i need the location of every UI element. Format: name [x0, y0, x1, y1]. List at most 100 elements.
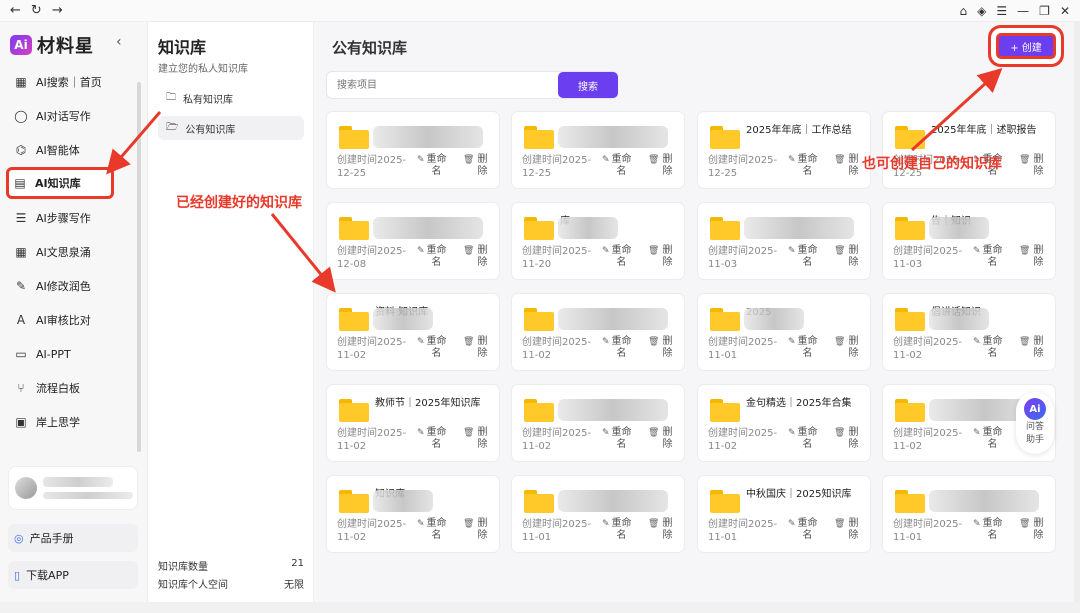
- kb-count-label: 知识库数量: [158, 562, 208, 573]
- rename-label: 重命名: [797, 427, 818, 450]
- kb-card[interactable]: 创建时间2025-12-25 ✎ 重命名 🗑 删除: [511, 111, 685, 189]
- rename-button[interactable]: ✎ 重命名: [788, 336, 818, 360]
- private-kb-item[interactable]: 🗀 私有知识库: [158, 86, 304, 110]
- rename-button[interactable]: ✎ 重命名: [973, 518, 1003, 542]
- search-button[interactable]: 搜索: [558, 72, 618, 98]
- delete-button[interactable]: 🗑删除: [834, 154, 859, 178]
- back-icon[interactable]: ←: [10, 3, 21, 19]
- kb-card[interactable]: 教师节｜2025年知识库 创建时间2025-11-02 ✎ 重命名 🗑 删除: [326, 384, 500, 462]
- sidebar-item-ai-knowledge[interactable]: ▤ AI知识库: [6, 167, 114, 199]
- text-check-icon: A: [16, 313, 26, 327]
- rename-button[interactable]: ✎ 重命名: [602, 336, 632, 360]
- kb-card[interactable]: 创建时间2025-11-01 ✎ 重命名 🗑 删除: [511, 475, 685, 553]
- delete-button[interactable]: 🗑删除: [463, 245, 488, 269]
- collapse-sidebar-icon[interactable]: ‹: [116, 34, 122, 50]
- minimize-icon[interactable]: —: [1017, 3, 1029, 19]
- rename-button[interactable]: ✎ 重命名: [417, 336, 447, 360]
- rename-button[interactable]: ✎ 重命名: [973, 336, 1003, 360]
- rename-button[interactable]: ✎ 重命名: [417, 427, 447, 451]
- kb-card[interactable]: 知识库创建时间2025-11-02✎重命名🗑删除: [326, 475, 500, 553]
- sidebar-item-ai-agent[interactable]: ⌬ AI智能体: [10, 136, 136, 164]
- delete-button[interactable]: 🗑删除: [834, 336, 859, 360]
- sidebar-item-ai-review[interactable]: A AI审核比对: [10, 306, 136, 334]
- app-logo[interactable]: Ai 材料星: [10, 32, 94, 58]
- kb-card[interactable]: 2025创建时间2025-11-01✎重命名🗑删除: [697, 293, 871, 371]
- public-kb-item[interactable]: 🗁 公有知识库: [158, 116, 304, 140]
- product-manual-button[interactable]: ◎ 产品手册: [8, 524, 138, 552]
- rename-button[interactable]: ✎ 重命名: [788, 427, 818, 451]
- delete-button[interactable]: 🗑删除: [1019, 154, 1044, 178]
- kb-card[interactable]: 创建时间2025-12-25 ✎ 重命名 🗑 删除: [326, 111, 500, 189]
- kb-card[interactable]: 库创建时间2025-11-20✎重命名🗑删除: [511, 202, 685, 280]
- rename-button[interactable]: ✎ 重命名: [602, 518, 632, 542]
- create-button[interactable]: + 创建: [996, 33, 1056, 59]
- home-icon[interactable]: ⌂: [960, 3, 968, 19]
- sidebar-item-ai-search[interactable]: ▦ AI搜索｜首页: [10, 68, 136, 96]
- forward-icon[interactable]: →: [52, 3, 63, 19]
- rename-label: 重命名: [797, 245, 818, 268]
- shield-icon[interactable]: ◈: [977, 3, 986, 19]
- kb-card[interactable]: 创建时间2025-12-08 ✎ 重命名 🗑 删除: [326, 202, 500, 280]
- delete-button[interactable]: 🗑删除: [648, 518, 673, 542]
- sidebar-item-ai-chat[interactable]: ◯ AI对话写作: [10, 102, 136, 130]
- agent-icon: ⌬: [15, 143, 27, 157]
- download-app-button[interactable]: ▯ 下载APP: [8, 561, 138, 589]
- kb-card[interactable]: 告｜知识创建时间2025-11-03✎重命名🗑删除: [882, 202, 1056, 280]
- delete-button[interactable]: 🗑删除: [834, 245, 859, 269]
- qa-assistant-button[interactable]: Ai 问答 助手: [1016, 392, 1054, 454]
- folder-icon: [895, 399, 925, 422]
- rename-button[interactable]: ✎ 重命名: [602, 245, 632, 269]
- rename-button[interactable]: ✎ 重命名: [788, 154, 818, 178]
- kb-card[interactable]: 创建时间2025-11-03 ✎ 重命名 🗑 删除: [697, 202, 871, 280]
- restore-icon[interactable]: ❐: [1039, 3, 1050, 19]
- sidebar-item-anshang[interactable]: ▣ 岸上思学: [10, 408, 136, 436]
- left-sidebar: Ai 材料星 ‹ ▦ AI搜索｜首页 ◯ AI对话写作 ⌬ AI智能体 ▤ AI…: [0, 22, 148, 613]
- delete-button[interactable]: 🗑删除: [463, 154, 488, 178]
- reload-icon[interactable]: ↻: [31, 3, 42, 19]
- delete-button[interactable]: 🗑删除: [648, 154, 673, 178]
- rename-button[interactable]: ✎ 重命名: [417, 245, 447, 269]
- rename-button[interactable]: ✎ 重命名: [602, 427, 632, 451]
- delete-button[interactable]: 🗑删除: [648, 245, 673, 269]
- delete-button[interactable]: 🗑删除: [834, 518, 859, 542]
- rename-button[interactable]: ✎ 重命名: [788, 245, 818, 269]
- user-card[interactable]: [8, 466, 138, 510]
- rename-button[interactable]: ✎ 重命名: [973, 427, 1003, 451]
- sidebar-item-ai-polish[interactable]: ✎ AI修改润色: [10, 272, 136, 300]
- rename-button[interactable]: ✎ 重命名: [602, 154, 632, 178]
- delete-button[interactable]: 🗑删除: [463, 427, 488, 451]
- kb-card[interactable]: 创建时间2025-11-02 ✎重命名 🗑删除: [511, 384, 685, 462]
- kb-card[interactable]: 中秋国庆｜2025知识库 创建时间2025-11-01 ✎ 重命名 🗑 删除: [697, 475, 871, 553]
- kb-card[interactable]: 2025年年底｜述职报告 创建时间2025-12-25 ✎ 重命名 🗑 删除: [882, 111, 1056, 189]
- sidebar-item-ai-steps[interactable]: ☰ AI步骤写作: [10, 204, 136, 232]
- knowledge-panel: 知识库 建立您的私人知识库 🗀 私有知识库 🗁 公有知识库 知识库数量 21 知…: [148, 22, 314, 602]
- delete-button[interactable]: 🗑删除: [648, 336, 673, 360]
- list-icon[interactable]: ☰: [996, 3, 1007, 19]
- sidebar-item-ai-ppt[interactable]: ▭ AI-PPT: [10, 340, 136, 368]
- delete-button[interactable]: 🗑删除: [648, 427, 673, 451]
- rename-button[interactable]: ✎ 重命名: [417, 518, 447, 542]
- kb-card[interactable]: 资料 知识库创建时间2025-11-02✎重命名🗑删除: [326, 293, 500, 371]
- delete-button[interactable]: 🗑删除: [463, 336, 488, 360]
- kb-card[interactable]: 金句精选｜2025年合集 创建时间2025-11-02 ✎ 重命名 🗑 删除: [697, 384, 871, 462]
- rename-button[interactable]: ✎ 重命名: [973, 245, 1003, 269]
- pencil-icon: ✎: [602, 246, 610, 256]
- delete-label: 删除: [477, 518, 488, 541]
- sidebar-item-ai-inspire[interactable]: ▦ AI文思泉涌: [10, 238, 136, 266]
- delete-button[interactable]: 🗑删除: [1019, 518, 1044, 542]
- redacted-title: [744, 217, 854, 239]
- sidebar-scrollbar[interactable]: [137, 82, 141, 452]
- kb-card[interactable]: 创建时间2025-11-01 ✎ 重命名 🗑 删除: [882, 475, 1056, 553]
- delete-button[interactable]: 🗑删除: [1019, 336, 1044, 360]
- kb-card[interactable]: 创建时间2025-11-02 ✎重命名 🗑删除: [511, 293, 685, 371]
- delete-button[interactable]: 🗑删除: [1019, 245, 1044, 269]
- rename-button[interactable]: ✎ 重命名: [788, 518, 818, 542]
- kb-card[interactable]: 倡讲话知识创建时间2025-11-02✎重命名🗑删除: [882, 293, 1056, 371]
- rename-button[interactable]: ✎ 重命名: [417, 154, 447, 178]
- sidebar-item-flow-board[interactable]: ⑂ 流程白板: [10, 374, 136, 402]
- delete-button[interactable]: 🗑删除: [463, 518, 488, 542]
- delete-button[interactable]: 🗑删除: [834, 427, 859, 451]
- close-icon[interactable]: ✕: [1060, 3, 1070, 19]
- redacted-title: [929, 490, 1039, 512]
- kb-card[interactable]: 2025年年底｜工作总结 创建时间2025-12-25 ✎ 重命名 🗑 删除: [697, 111, 871, 189]
